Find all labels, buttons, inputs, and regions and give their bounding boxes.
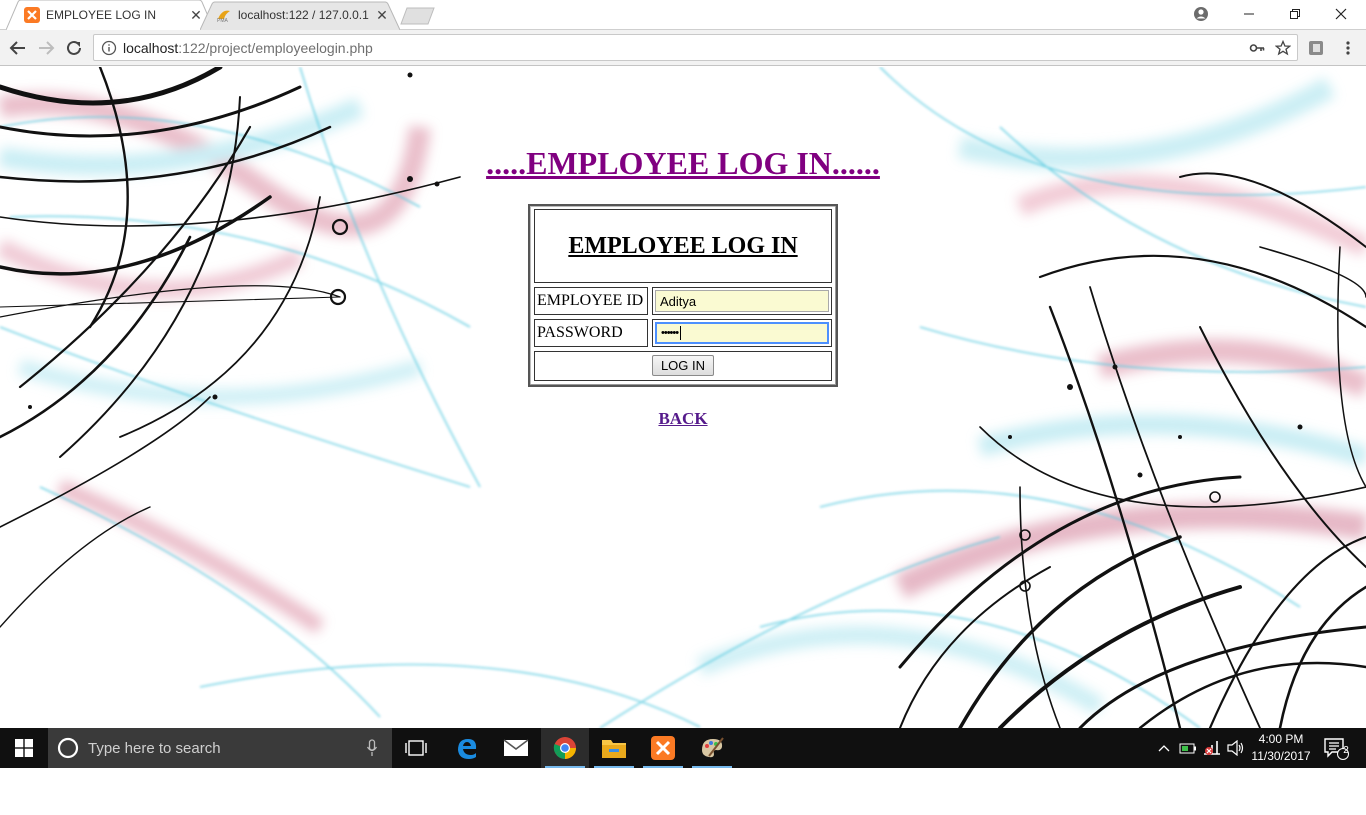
chrome-taskbar-icon[interactable] bbox=[541, 728, 589, 768]
employee-id-label: EMPLOYEE ID bbox=[534, 287, 648, 315]
action-center-icon[interactable]: 2 bbox=[1316, 728, 1356, 768]
page-viewport: .....EMPLOYEE LOG IN...... EMPLOYEE LOG … bbox=[0, 67, 1366, 728]
info-icon[interactable] bbox=[101, 40, 117, 56]
star-icon[interactable] bbox=[1275, 39, 1291, 56]
edge-icon[interactable] bbox=[443, 728, 491, 768]
password-mask: •••••• bbox=[661, 327, 679, 339]
browser-toolbar: localhost:122/project/employeelogin.php bbox=[0, 30, 1366, 66]
microphone-icon[interactable] bbox=[366, 739, 378, 757]
battery-icon[interactable] bbox=[1176, 728, 1200, 768]
back-link: BACK bbox=[0, 409, 1366, 429]
windows-taskbar: Type here to search 4:00 PM 11/30/2017 2 bbox=[0, 728, 1366, 768]
password-label: PASSWORD bbox=[534, 319, 648, 347]
key-icon[interactable] bbox=[1249, 40, 1265, 56]
tab-phpmyadmin[interactable]: PMA localhost:122 / 127.0.0.1 ✕ bbox=[200, 0, 400, 30]
menu-icon[interactable] bbox=[1336, 36, 1360, 60]
back-link-text[interactable]: BACK bbox=[658, 409, 707, 428]
volume-icon[interactable] bbox=[1224, 728, 1248, 768]
close-window-icon[interactable] bbox=[1318, 0, 1364, 28]
submit-row: LOG IN bbox=[534, 351, 832, 381]
mail-icon[interactable] bbox=[492, 728, 540, 768]
profile-icon[interactable] bbox=[1178, 0, 1224, 28]
page-heading: .....EMPLOYEE LOG IN...... bbox=[486, 145, 880, 181]
cortana-icon bbox=[57, 737, 79, 759]
employee-id-cell: Aditya bbox=[652, 287, 832, 315]
svg-text:PMA: PMA bbox=[217, 18, 229, 23]
system-clock[interactable]: 4:00 PM 11/30/2017 bbox=[1248, 731, 1314, 765]
minimize-icon[interactable] bbox=[1226, 0, 1272, 28]
login-form: EMPLOYEE LOG IN EMPLOYEE ID Aditya PASSW… bbox=[528, 204, 838, 387]
login-button[interactable]: LOG IN bbox=[652, 355, 714, 376]
text-caret bbox=[680, 326, 682, 340]
tab-employee-login[interactable]: EMPLOYEE LOG IN ✕ bbox=[6, 0, 214, 30]
windows-start-icon[interactable] bbox=[0, 728, 48, 768]
paint-icon[interactable] bbox=[688, 728, 736, 768]
password-cell: •••••• bbox=[652, 319, 832, 347]
task-view-icon[interactable] bbox=[392, 728, 440, 768]
close-icon[interactable]: ✕ bbox=[374, 7, 390, 23]
taskbar-search[interactable]: Type here to search bbox=[48, 728, 392, 768]
clock-time: 4:00 PM bbox=[1258, 732, 1304, 746]
forward-arrow-icon[interactable] bbox=[34, 36, 58, 60]
file-explorer-icon[interactable] bbox=[590, 728, 638, 768]
phpmyadmin-icon: PMA bbox=[217, 10, 230, 23]
network-icon[interactable] bbox=[1200, 728, 1224, 768]
chevron-up-icon[interactable] bbox=[1152, 728, 1176, 768]
form-title: EMPLOYEE LOG IN bbox=[534, 209, 832, 283]
xampp-taskbar-icon[interactable] bbox=[639, 728, 687, 768]
employee-id-input[interactable]: Aditya bbox=[655, 290, 829, 312]
restore-icon[interactable] bbox=[1272, 0, 1318, 28]
tab-strip: EMPLOYEE LOG IN ✕ PMA localhost:122 / 12… bbox=[0, 0, 1366, 30]
tab-title: localhost:122 / 127.0.0.1 bbox=[238, 8, 369, 22]
address-bar[interactable]: localhost:122/project/employeelogin.php bbox=[93, 34, 1298, 61]
empty-area bbox=[0, 768, 1366, 815]
back-arrow-icon[interactable] bbox=[6, 36, 30, 60]
reload-icon[interactable] bbox=[62, 36, 86, 60]
xampp-icon bbox=[24, 7, 40, 23]
search-placeholder: Type here to search bbox=[88, 739, 221, 757]
tab-title: EMPLOYEE LOG IN bbox=[46, 8, 157, 22]
clock-date: 11/30/2017 bbox=[1251, 749, 1311, 763]
url-path: :122/project/employeelogin.php bbox=[178, 39, 373, 56]
extension-icon[interactable] bbox=[1304, 36, 1328, 60]
url-host: localhost bbox=[123, 39, 179, 56]
new-tab-button[interactable] bbox=[398, 6, 438, 26]
password-input[interactable]: •••••• bbox=[655, 322, 829, 344]
notification-count: 2 bbox=[1343, 745, 1349, 756]
